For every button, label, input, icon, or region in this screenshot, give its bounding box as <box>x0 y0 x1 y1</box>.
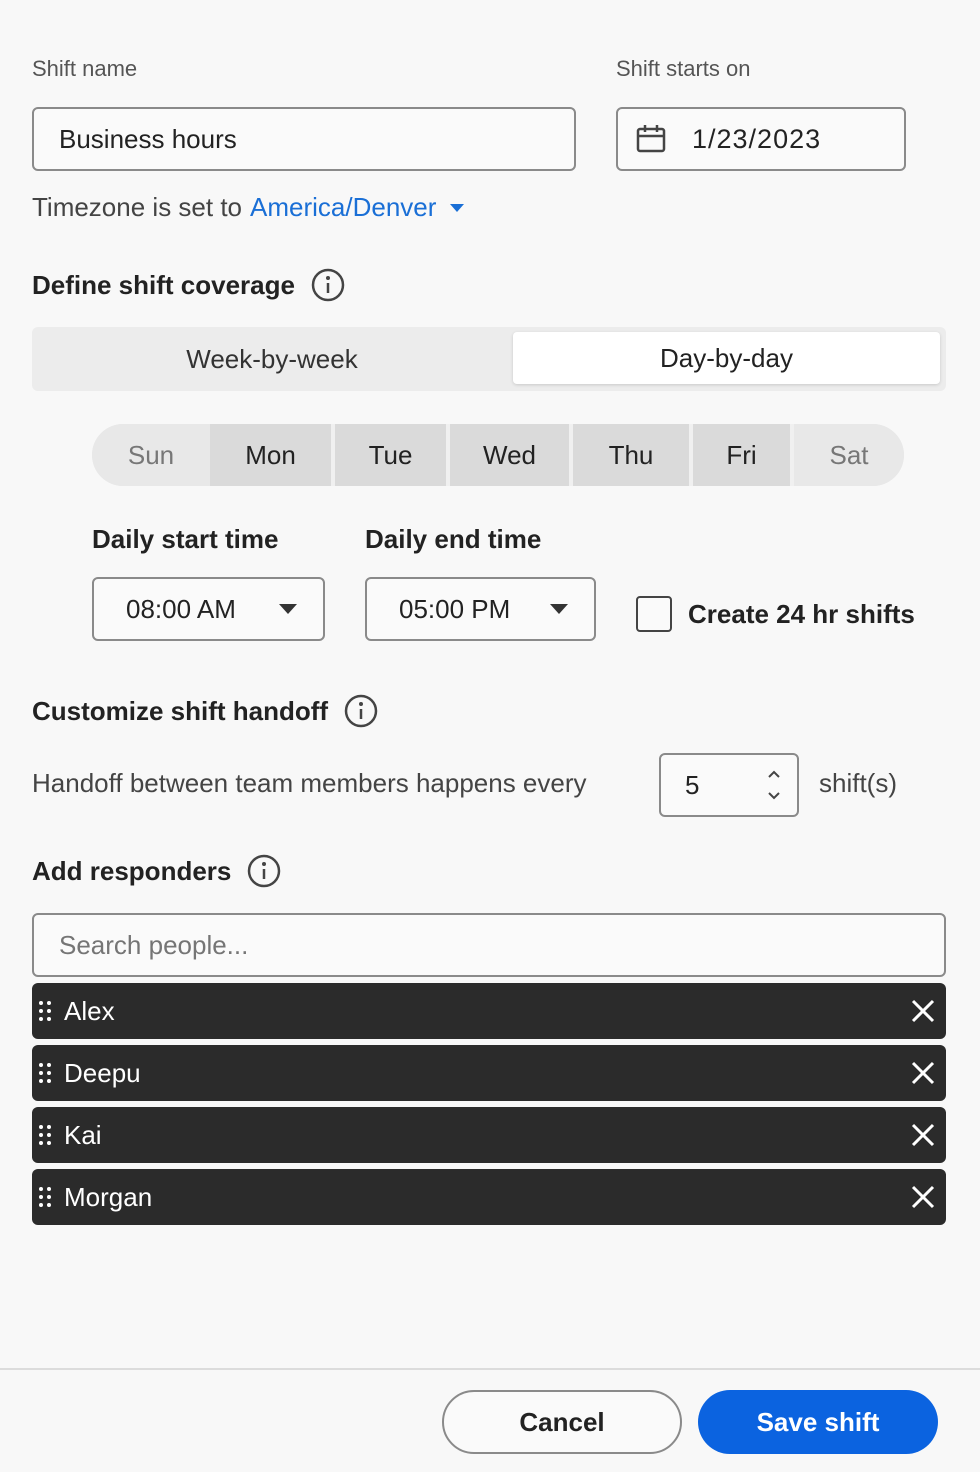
coverage-title: Define shift coverage <box>32 269 295 300</box>
drag-handle-icon[interactable] <box>38 1185 52 1209</box>
responder-name: Morgan <box>64 1181 153 1212</box>
handoff-unit: shift(s) <box>819 768 897 798</box>
day-selector: Sun Mon Tue Wed Thu Fri Sat <box>92 424 904 486</box>
tab-day-by-day[interactable]: Day-by-day <box>513 332 940 384</box>
day-tue-label: Tue <box>368 439 413 470</box>
start-time-value: 08:00 AM <box>126 593 236 624</box>
drag-handle-icon[interactable] <box>38 999 52 1023</box>
close-icon[interactable] <box>910 1122 936 1148</box>
info-icon[interactable] <box>247 854 281 888</box>
info-icon[interactable] <box>344 694 378 728</box>
shift-start-date-input[interactable]: 1/23/2023 <box>616 107 906 171</box>
day-fri[interactable]: Fri <box>693 424 794 486</box>
cancel-button[interactable]: Cancel <box>442 1390 682 1454</box>
info-icon[interactable] <box>311 268 345 302</box>
responder-name: Alex <box>64 995 115 1026</box>
shift-start-date-value: 1/23/2023 <box>692 123 822 154</box>
create-24hr-label: Create 24 hr shifts <box>688 598 915 629</box>
timezone-value: America/Denver <box>250 192 437 222</box>
timezone-prefix: Timezone is set to <box>32 192 243 222</box>
tab-week-by-week[interactable]: Week-by-week <box>32 327 512 391</box>
day-tue[interactable]: Tue <box>335 424 450 486</box>
create-24hr-option[interactable]: Create 24 hr shifts <box>636 596 915 632</box>
handoff-text: Handoff between team members happens eve… <box>32 768 587 798</box>
chevron-down-icon <box>279 604 297 614</box>
day-fri-label: Fri <box>726 439 757 470</box>
close-icon[interactable] <box>910 1060 936 1086</box>
footer-divider <box>0 1368 980 1370</box>
day-thu-label: Thu <box>608 439 654 470</box>
tab-day-by-day-label: Day-by-day <box>660 342 793 373</box>
drag-handle-icon[interactable] <box>38 1061 52 1085</box>
responders-title: Add responders <box>32 855 232 886</box>
day-sun[interactable]: Sun <box>92 424 210 486</box>
chevron-up-icon[interactable] <box>767 769 781 779</box>
handoff-header: Customize shift handoff <box>32 694 378 728</box>
save-shift-button[interactable]: Save shift <box>698 1390 938 1454</box>
handoff-value: 5 <box>685 769 700 800</box>
day-wed-label: Wed <box>483 439 536 470</box>
timezone-row: Timezone is set to America/Denver <box>32 192 465 223</box>
day-mon[interactable]: Mon <box>210 424 335 486</box>
day-sun-label: Sun <box>127 439 175 470</box>
responders-header: Add responders <box>32 854 281 888</box>
shift-name-input[interactable]: Business hours <box>32 107 576 171</box>
responder-row[interactable]: Deepu <box>32 1045 946 1101</box>
drag-handle-icon[interactable] <box>38 1123 52 1147</box>
responder-list: Alex Deepu Kai Morgan <box>32 983 946 1225</box>
shift-start-label: Shift starts on <box>616 56 751 81</box>
day-wed[interactable]: Wed <box>450 424 573 486</box>
caret-down-icon <box>450 203 465 212</box>
handoff-stepper[interactable]: 5 <box>659 753 799 817</box>
tab-week-by-week-label: Week-by-week <box>186 343 358 374</box>
coverage-mode-toggle: Week-by-week Day-by-day <box>32 327 946 391</box>
save-shift-button-label: Save shift <box>756 1406 880 1437</box>
shift-name-value: Business hours <box>59 123 237 154</box>
shift-form: Shift name Business hours Shift starts o… <box>0 0 980 1472</box>
responder-name: Kai <box>64 1119 102 1150</box>
chevron-down-icon <box>550 604 568 614</box>
day-sat-label: Sat <box>829 439 869 470</box>
timezone-link[interactable]: America/Denver <box>250 192 465 223</box>
coverage-header: Define shift coverage <box>32 268 345 302</box>
search-people-input[interactable] <box>32 913 946 977</box>
handoff-title: Customize shift handoff <box>32 695 329 726</box>
responder-row[interactable]: Alex <box>32 983 946 1039</box>
start-time-label: Daily start time <box>92 524 279 554</box>
start-time-select[interactable]: 08:00 AM <box>92 577 325 641</box>
day-thu[interactable]: Thu <box>573 424 693 486</box>
end-time-label: Daily end time <box>365 524 542 554</box>
responder-row[interactable]: Morgan <box>32 1169 946 1225</box>
calendar-icon <box>636 125 666 153</box>
shift-name-label: Shift name <box>32 56 138 81</box>
create-24hr-checkbox[interactable] <box>636 596 672 632</box>
close-icon[interactable] <box>910 998 936 1024</box>
day-mon-label: Mon <box>245 439 296 470</box>
end-time-select[interactable]: 05:00 PM <box>365 577 596 641</box>
day-sat[interactable]: Sat <box>794 424 904 486</box>
cancel-button-label: Cancel <box>519 1406 605 1437</box>
end-time-value: 05:00 PM <box>399 593 511 624</box>
close-icon[interactable] <box>910 1184 936 1210</box>
chevron-down-icon[interactable] <box>767 791 781 801</box>
stepper-arrows[interactable] <box>767 769 781 801</box>
responder-row[interactable]: Kai <box>32 1107 946 1163</box>
responder-name: Deepu <box>64 1057 141 1088</box>
